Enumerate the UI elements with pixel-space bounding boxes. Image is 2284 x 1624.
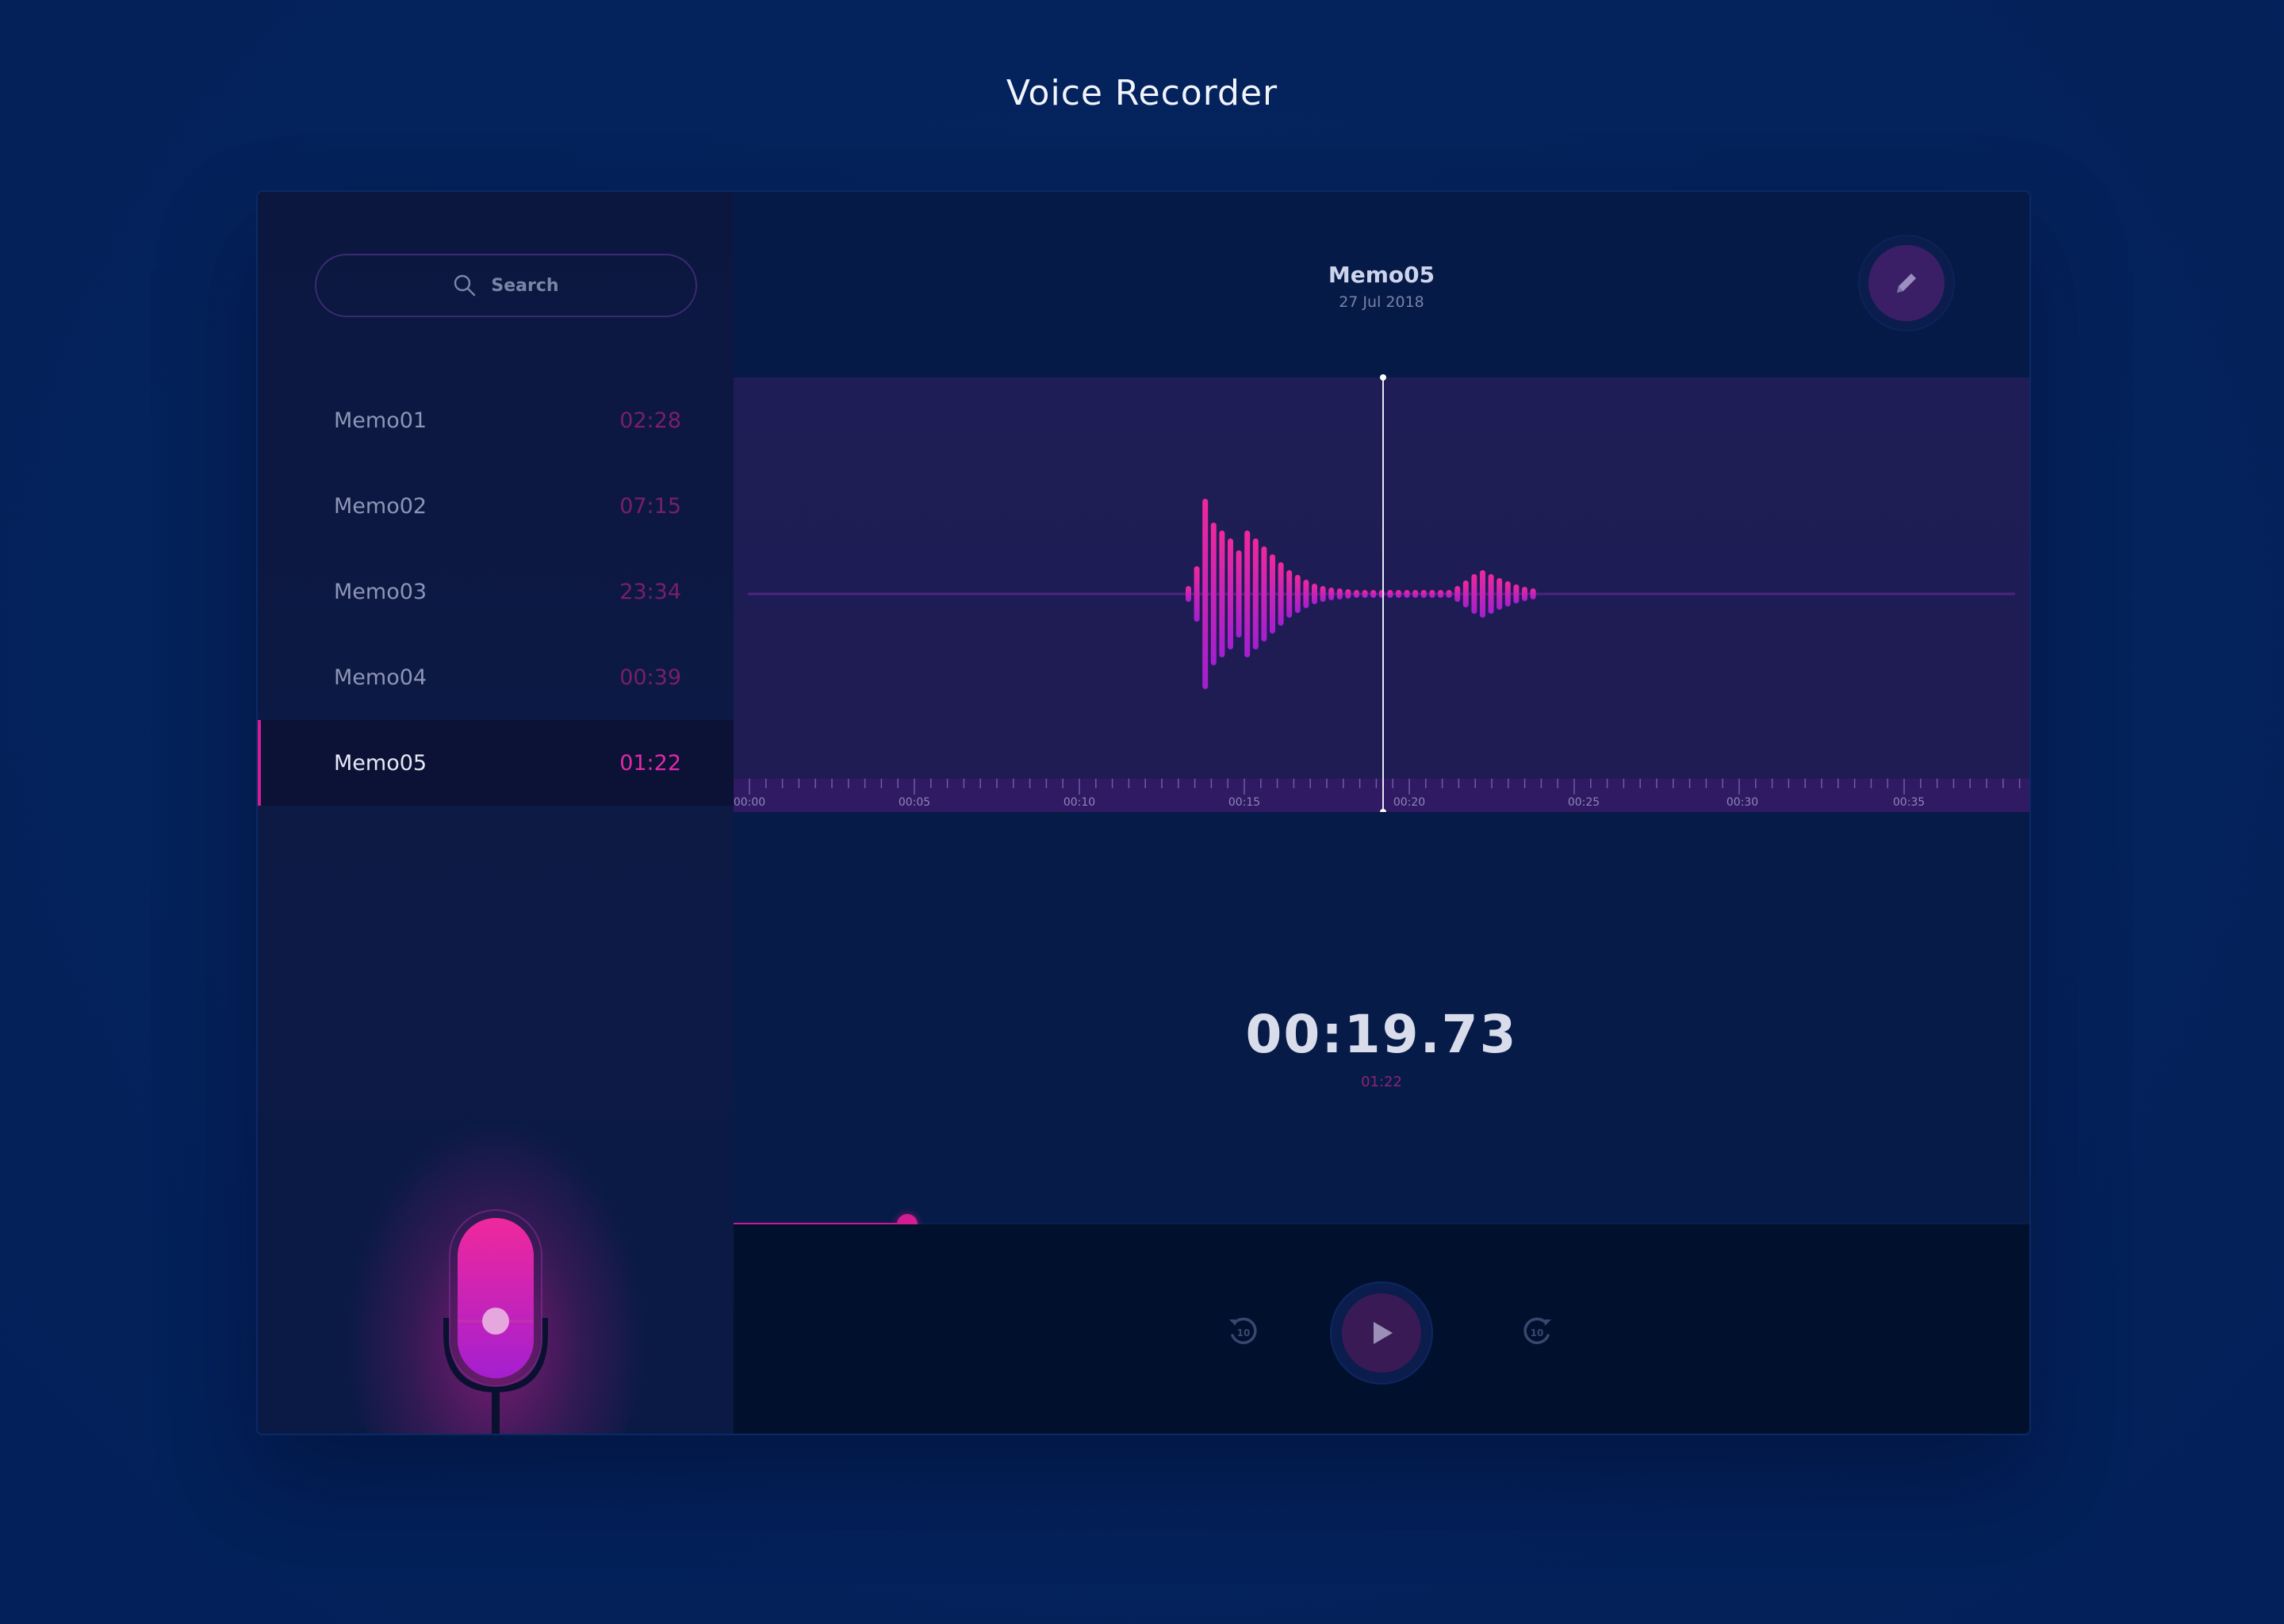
memo-item-memo02[interactable]: Memo02 07:15	[258, 463, 734, 549]
memo-name: Memo05	[334, 750, 427, 776]
memo-item-memo01[interactable]: Memo01 02:28	[258, 377, 734, 463]
playback-controls: 10 10	[734, 1224, 2029, 1434]
timeline-label: 00:35	[1892, 796, 1926, 809]
forward-10-icon: 10	[1523, 1317, 1551, 1344]
waveform-bar	[1345, 589, 1351, 599]
waveform-bar	[1252, 538, 1259, 649]
memo-duration: 02:28	[619, 408, 681, 433]
waveform-bar	[1354, 590, 1359, 598]
waveform-bar	[1236, 550, 1242, 638]
timeline-ruler[interactable]: 00:00 00:05 00:10 00:15 00:20 00:25 00:3…	[734, 779, 2029, 812]
waveform-bar	[1530, 588, 1536, 599]
memo-duration: 23:34	[619, 579, 681, 604]
forward-button[interactable]: 10	[1513, 1307, 1561, 1354]
time-display: 00:19.73 01:22	[734, 812, 2029, 1224]
waveform-bar	[1480, 570, 1485, 618]
search-input[interactable]: Search	[315, 254, 697, 317]
waveform-bar	[1496, 578, 1503, 610]
pencil-icon	[1897, 274, 1916, 293]
memo-duration: 01:22	[619, 750, 681, 776]
search-placeholder: Search	[491, 275, 559, 296]
waveform-bar	[1429, 590, 1435, 598]
rewind-button[interactable]: 10	[1220, 1307, 1267, 1354]
page-title: Voice Recorder	[1006, 73, 1278, 113]
waveform-bar	[1504, 581, 1511, 607]
memo-item-memo03[interactable]: Memo03 23:34	[258, 549, 734, 634]
waveform-bar	[1278, 562, 1284, 626]
waveform-bar	[1202, 499, 1209, 689]
memo-duration: 07:15	[619, 493, 681, 519]
svg-text:10: 10	[1237, 1327, 1251, 1339]
memo-date: 27 Jul 2018	[1339, 293, 1424, 311]
waveform-bar	[1471, 574, 1477, 614]
waveform-bar	[1420, 590, 1427, 598]
rewind-10-icon: 10	[1229, 1317, 1257, 1344]
waveform-bar	[1522, 587, 1527, 601]
waveform-bar	[1219, 530, 1225, 657]
memo-name: Memo04	[334, 665, 427, 690]
waveform-bar	[1194, 566, 1200, 622]
waveform-bar	[1303, 580, 1309, 608]
waveform-bar	[1488, 574, 1494, 614]
waveform-bar	[1412, 590, 1419, 598]
timeline-label: 00:10	[1063, 796, 1096, 809]
memo-item-memo05[interactable]: Memo05 01:22	[258, 720, 734, 806]
timeline-label: 00:20	[1393, 796, 1426, 809]
play-icon	[1374, 1322, 1393, 1344]
waveform-bar	[1404, 590, 1410, 598]
waveform-bar	[1438, 590, 1443, 598]
voice-recorder-app: Search Memo01 02:28 Memo02 07:15 Memo03 …	[256, 190, 2031, 1435]
waveform-bar	[1312, 584, 1317, 604]
memo-title: Memo05	[1328, 262, 1435, 288]
waveform-bar	[1446, 590, 1452, 598]
waveform-bar	[1228, 538, 1233, 649]
waveform-bar	[1454, 586, 1461, 602]
waveform-bar	[1320, 586, 1326, 602]
sidebar: Search Memo01 02:28 Memo02 07:15 Memo03 …	[258, 192, 734, 1434]
timeline-label: 00:15	[1228, 796, 1261, 809]
waveform-bar	[1328, 588, 1335, 600]
waveform-bar	[1186, 586, 1191, 602]
memo-name: Memo02	[334, 493, 427, 519]
timeline-label: 00:05	[898, 796, 931, 809]
play-button[interactable]	[1332, 1283, 1431, 1383]
waveform-bar	[1210, 523, 1217, 665]
waveform-bar	[1294, 575, 1301, 613]
waveform-bar	[1244, 530, 1251, 657]
memo-list: Memo01 02:28 Memo02 07:15 Memo03 23:34 M…	[258, 377, 734, 806]
memo-name: Memo03	[334, 579, 427, 604]
waveform-bar	[1286, 570, 1293, 618]
waveform-bar	[1462, 580, 1469, 607]
timeline-label: 00:00	[733, 796, 766, 809]
current-time: 00:19.73	[1245, 1004, 1518, 1065]
waveform-bar	[1362, 590, 1368, 598]
record-microphone-button[interactable]	[432, 1207, 559, 1435]
search-icon	[454, 274, 476, 297]
player-panel: Memo05 27 Jul 2018 00:00 00:05 00:10 00:…	[734, 192, 2029, 1434]
waveform-bar	[1336, 588, 1343, 599]
waveform-bar	[1270, 554, 1275, 634]
memo-item-memo04[interactable]: Memo04 00:39	[258, 634, 734, 720]
waveform-bar	[1370, 590, 1377, 598]
svg-text:10: 10	[1531, 1327, 1544, 1339]
memo-duration: 00:39	[619, 665, 681, 690]
waveform-bar	[1396, 590, 1401, 598]
waveform-bar	[1261, 546, 1267, 642]
memo-name: Memo01	[334, 408, 427, 433]
waveform-bar	[1387, 590, 1393, 598]
waveform-bar	[1513, 584, 1519, 603]
timeline-label: 00:25	[1567, 796, 1600, 809]
player-header: Memo05 27 Jul 2018	[734, 192, 2029, 377]
timeline-label: 00:30	[1726, 796, 1759, 809]
total-time: 01:22	[1361, 1074, 1402, 1090]
edit-button[interactable]	[1860, 236, 1953, 330]
playhead[interactable]	[1380, 374, 1386, 815]
waveform[interactable]	[734, 377, 2029, 812]
